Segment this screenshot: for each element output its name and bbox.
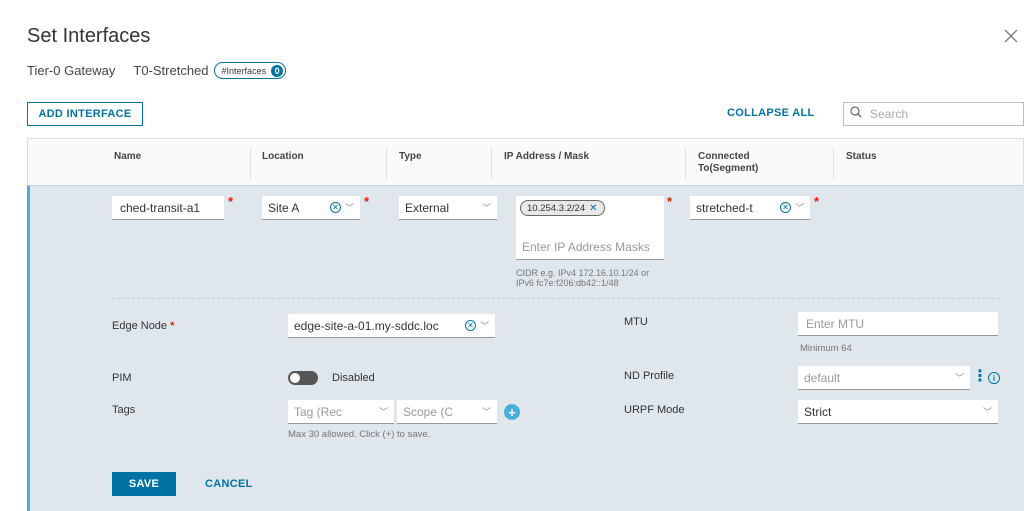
mtu-input[interactable] <box>804 315 992 332</box>
add-tag-icon[interactable]: + <box>504 404 520 420</box>
urpf-mode-label: URPF Mode <box>624 404 685 416</box>
gateway-type-label: Tier-0 Gateway <box>27 63 116 78</box>
clear-location-icon[interactable]: ✕ <box>329 202 341 213</box>
modal-title: Set Interfaces <box>27 25 151 47</box>
gateway-name: T0-Stretched <box>133 63 209 78</box>
mtu-hint: Minimum 64 <box>800 343 852 354</box>
nd-profile-select[interactable]: default ﹀ <box>798 366 970 390</box>
close-icon[interactable] <box>1004 27 1024 47</box>
segment-select[interactable]: stretched-t ✕ ﹀ <box>690 196 810 220</box>
ip-chip[interactable]: 10.254.3.2/24 ✕ <box>520 200 605 216</box>
clear-segment-icon[interactable]: ✕ <box>779 202 791 213</box>
ip-hint-line2: IPv6 fc7e:f206:db42::1/48 <box>516 278 619 288</box>
scope-input[interactable]: Scope (C <box>403 405 478 419</box>
segment-value: stretched-t <box>696 200 753 215</box>
search-input[interactable] <box>868 106 1008 122</box>
column-header-connected-to: Connected To(Segment) <box>698 151 759 174</box>
nd-profile-label: ND Profile <box>624 370 675 382</box>
chevron-down-icon[interactable]: ﹀ <box>379 405 388 418</box>
urpf-mode-select[interactable]: Strict ﹀ <box>798 400 998 424</box>
name-required-marker: * <box>228 194 234 209</box>
section-divider <box>112 298 1000 299</box>
nd-profile-value: default <box>804 370 841 385</box>
save-button[interactable]: SAVE <box>112 472 176 496</box>
tags-hint: Max 30 allowed. Click (+) to save. <box>288 429 431 440</box>
location-value: Site A <box>268 200 300 215</box>
name-field[interactable] <box>112 196 224 220</box>
chevron-down-icon[interactable]: ﹀ <box>955 371 964 384</box>
edge-node-label: Edge Node * <box>112 320 174 332</box>
interface-row-expanded: * Site A ✕ ﹀ * External ﹀ 10.254.3.2/24 … <box>27 185 1024 511</box>
scope-select[interactable]: Scope (C ﹀ <box>397 400 497 424</box>
column-header-type: Type <box>399 151 422 162</box>
chevron-down-icon[interactable]: ﹀ <box>795 201 804 214</box>
tags-label: Tags <box>112 404 136 416</box>
interfaces-count-badge[interactable]: #Interfaces 0 <box>213 62 287 79</box>
type-select[interactable]: External ﹀ <box>399 196 497 220</box>
badge-count: 0 <box>271 64 284 77</box>
chevron-down-icon[interactable]: ﹀ <box>482 405 491 418</box>
gateway-info: Tier-0 Gateway T0-Stretched #Interfaces … <box>27 62 287 79</box>
badge-label: #Interfaces <box>221 65 267 76</box>
search-icon <box>850 105 862 123</box>
name-input[interactable] <box>118 199 218 216</box>
chevron-down-icon[interactable]: ﹀ <box>480 319 489 332</box>
table-header: Name Location Type IP Address / Mask Con… <box>27 138 1024 185</box>
ip-address-input[interactable]: Enter IP Address Masks <box>522 240 660 254</box>
type-value: External <box>405 200 450 215</box>
edge-node-select[interactable]: edge-site-a-01.my-sddc.loc ✕ ﹀ <box>288 314 495 338</box>
collapse-all-link[interactable]: COLLAPSE ALL <box>727 107 815 119</box>
tag-input[interactable]: Tag (Rec <box>294 405 375 419</box>
edge-node-value: edge-site-a-01.my-sddc.loc <box>294 318 439 333</box>
urpf-mode-value: Strict <box>804 404 832 419</box>
chevron-down-icon[interactable]: ﹀ <box>983 405 992 418</box>
location-select[interactable]: Site A ✕ ﹀ <box>262 196 360 220</box>
pim-label: PIM <box>112 372 132 384</box>
chevron-down-icon[interactable]: ﹀ <box>482 201 491 214</box>
column-header-location: Location <box>262 151 304 162</box>
column-header-status: Status <box>846 151 877 162</box>
tag-select[interactable]: Tag (Rec ﹀ <box>288 400 394 424</box>
toggle-knob <box>290 373 300 383</box>
add-interface-button[interactable]: ADD INTERFACE <box>27 102 143 126</box>
clear-edge-node-icon[interactable]: ✕ <box>464 320 476 331</box>
location-required-marker: * <box>364 194 370 209</box>
chevron-down-icon[interactable]: ﹀ <box>345 201 354 214</box>
info-icon[interactable]: i <box>988 372 1000 384</box>
edge-node-required-marker: * <box>170 320 175 332</box>
column-header-name: Name <box>114 151 142 162</box>
pim-state: Disabled <box>332 372 375 384</box>
ip-required-marker: * <box>667 194 673 209</box>
remove-chip-icon[interactable]: ✕ <box>589 203 597 214</box>
mtu-field[interactable] <box>798 312 998 336</box>
pim-toggle[interactable] <box>288 371 318 385</box>
cancel-button[interactable]: CANCEL <box>205 478 253 490</box>
edge-node-label-text: Edge Node <box>112 320 168 332</box>
column-header-ip-address: IP Address / Mask <box>504 151 590 162</box>
mtu-label: MTU <box>624 316 648 328</box>
segment-required-marker: * <box>814 194 820 209</box>
more-options-icon[interactable]: ⋮ <box>972 366 988 386</box>
ip-address-field[interactable]: 10.254.3.2/24 ✕ Enter IP Address Masks <box>516 196 664 260</box>
search-box <box>843 102 1024 126</box>
ip-chip-value: 10.254.3.2/24 <box>527 202 586 214</box>
ip-hint-line1: CIDR e.g. IPv4 172.16.10.1/24 or <box>516 268 650 278</box>
